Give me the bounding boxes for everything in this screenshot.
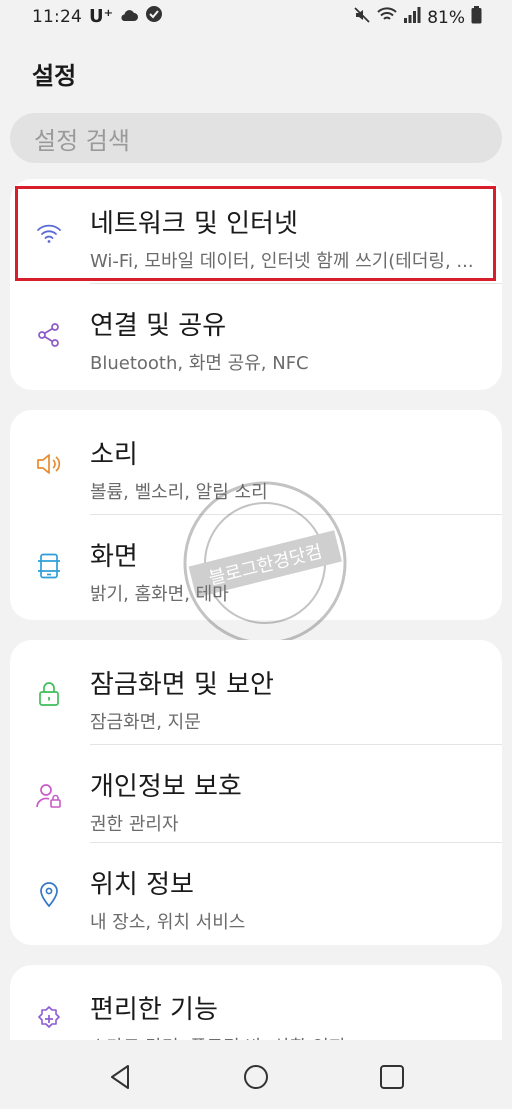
settings-item-subtitle: 잠금화면, 지문 xyxy=(90,712,201,733)
settings-item-privacy[interactable]: 개인정보 보호 권한 관리자 xyxy=(10,744,502,846)
location-pin-icon xyxy=(35,880,63,908)
signal-icon xyxy=(403,7,421,28)
battery-percent: 81% xyxy=(427,7,465,28)
mute-icon xyxy=(353,6,371,29)
settings-item-title: 잠금화면 및 보안 xyxy=(90,670,274,700)
notification-face-icon xyxy=(145,5,163,28)
lock-icon xyxy=(35,680,63,708)
settings-group-security: 잠금화면 및 보안 잠금화면, 지문 개인정보 보호 권한 관리자 위치 정보 … xyxy=(10,640,502,945)
status-time: 11:24 xyxy=(32,7,82,27)
home-button[interactable] xyxy=(241,1062,271,1092)
settings-item-title: 화면 xyxy=(90,542,138,572)
settings-item-subtitle: 권한 관리자 xyxy=(90,814,179,835)
speaker-icon xyxy=(35,450,63,478)
status-bar: 11:24 U⁺ 81% xyxy=(0,0,512,34)
settings-item-title: 소리 xyxy=(90,440,138,470)
navigation-bar xyxy=(0,1040,512,1109)
back-button[interactable] xyxy=(106,1062,136,1092)
settings-item-lockscreen[interactable]: 잠금화면 및 보안 잠금화면, 지문 xyxy=(10,642,502,744)
page-title: 설정 xyxy=(32,62,77,90)
settings-item-title: 개인정보 보호 xyxy=(90,772,242,802)
display-icon xyxy=(35,552,63,580)
share-icon xyxy=(35,321,63,349)
settings-item-title: 연결 및 공유 xyxy=(90,311,227,341)
highlight-box xyxy=(15,186,496,281)
battery-icon xyxy=(471,6,482,29)
cloud-icon xyxy=(119,7,139,27)
settings-item-subtitle: Bluetooth, 화면 공유, NFC xyxy=(90,353,309,374)
search-bar[interactable]: 설정 검색 xyxy=(10,113,502,163)
wifi-status-icon xyxy=(377,7,397,28)
carrier-label: U⁺ xyxy=(89,6,114,27)
settings-item-title: 편리한 기능 xyxy=(90,995,218,1025)
settings-item-subtitle: 내 장소, 위치 서비스 xyxy=(90,912,246,933)
recents-button[interactable] xyxy=(377,1062,407,1092)
settings-item-location[interactable]: 위치 정보 내 장소, 위치 서비스 xyxy=(10,842,502,944)
gear-plus-icon xyxy=(35,1005,63,1033)
settings-item-title: 위치 정보 xyxy=(90,870,194,900)
search-placeholder: 설정 검색 xyxy=(34,126,130,155)
settings-item-connection-sharing[interactable]: 연결 및 공유 Bluetooth, 화면 공유, NFC xyxy=(10,283,502,385)
privacy-person-icon xyxy=(35,782,63,810)
